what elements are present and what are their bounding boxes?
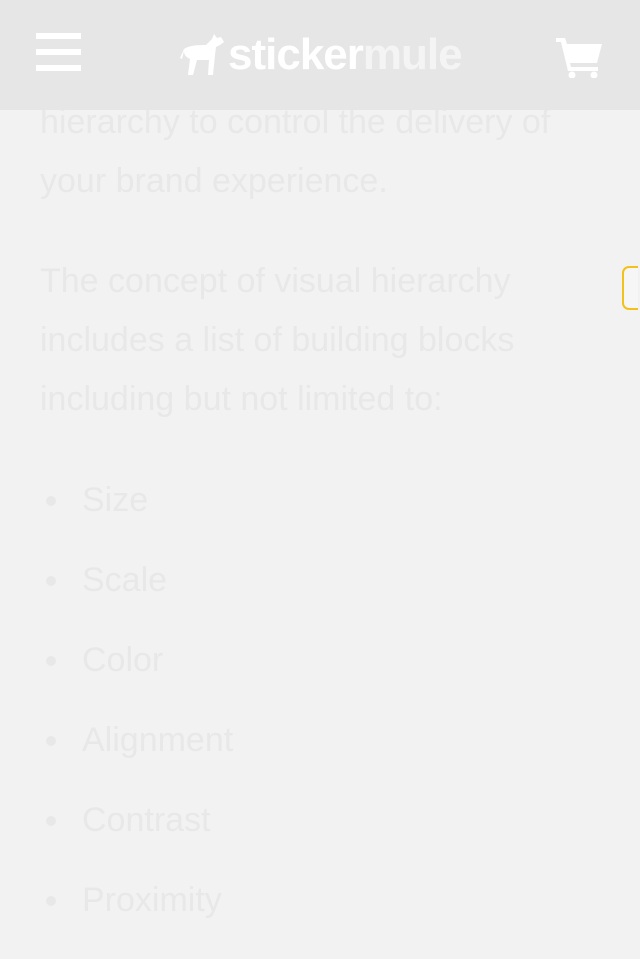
shopping-cart-icon[interactable]	[556, 36, 604, 79]
logo-text-mule: mule	[362, 30, 463, 79]
list-item-label: Alignment	[82, 721, 234, 759]
list-item-label: Contrast	[82, 801, 211, 839]
paragraph-visual-hierarchy: The concept of visual hierarchy includes…	[40, 262, 515, 418]
list-item-label: Color	[82, 641, 164, 679]
site-header: sticker mule	[0, 0, 640, 110]
side-tab-handle[interactable]	[622, 266, 638, 310]
list-item: Alignment	[40, 710, 233, 790]
stickermule-logo[interactable]: sticker mule	[180, 30, 463, 80]
list-item-label: Proximity	[82, 881, 222, 919]
list-item: Size	[40, 470, 233, 550]
logo-text-sticker: sticker	[228, 30, 364, 79]
bullet-icon	[46, 656, 56, 666]
list-item: Proximity	[40, 870, 233, 950]
mule-icon	[180, 34, 224, 75]
bullet-icon	[46, 816, 56, 826]
page: sticker mule hierarchy to control the del…	[0, 0, 640, 959]
list-item: Contrast	[40, 790, 233, 870]
hamburger-menu-icon[interactable]	[36, 33, 82, 73]
bullet-icon	[46, 896, 56, 906]
list-item: Color	[40, 630, 233, 710]
paragraph-brand-experience: hierarchy to control the delivery of you…	[40, 103, 551, 200]
list-item-label: Size	[82, 481, 149, 519]
bullet-icon	[46, 576, 56, 586]
bullet-icon	[46, 736, 56, 746]
bullet-icon	[46, 496, 56, 506]
hierarchy-building-blocks-list: Size Scale Color Alignment Contrast Prox…	[40, 470, 233, 950]
list-item: Scale	[40, 550, 233, 630]
list-item-label: Scale	[82, 561, 168, 599]
